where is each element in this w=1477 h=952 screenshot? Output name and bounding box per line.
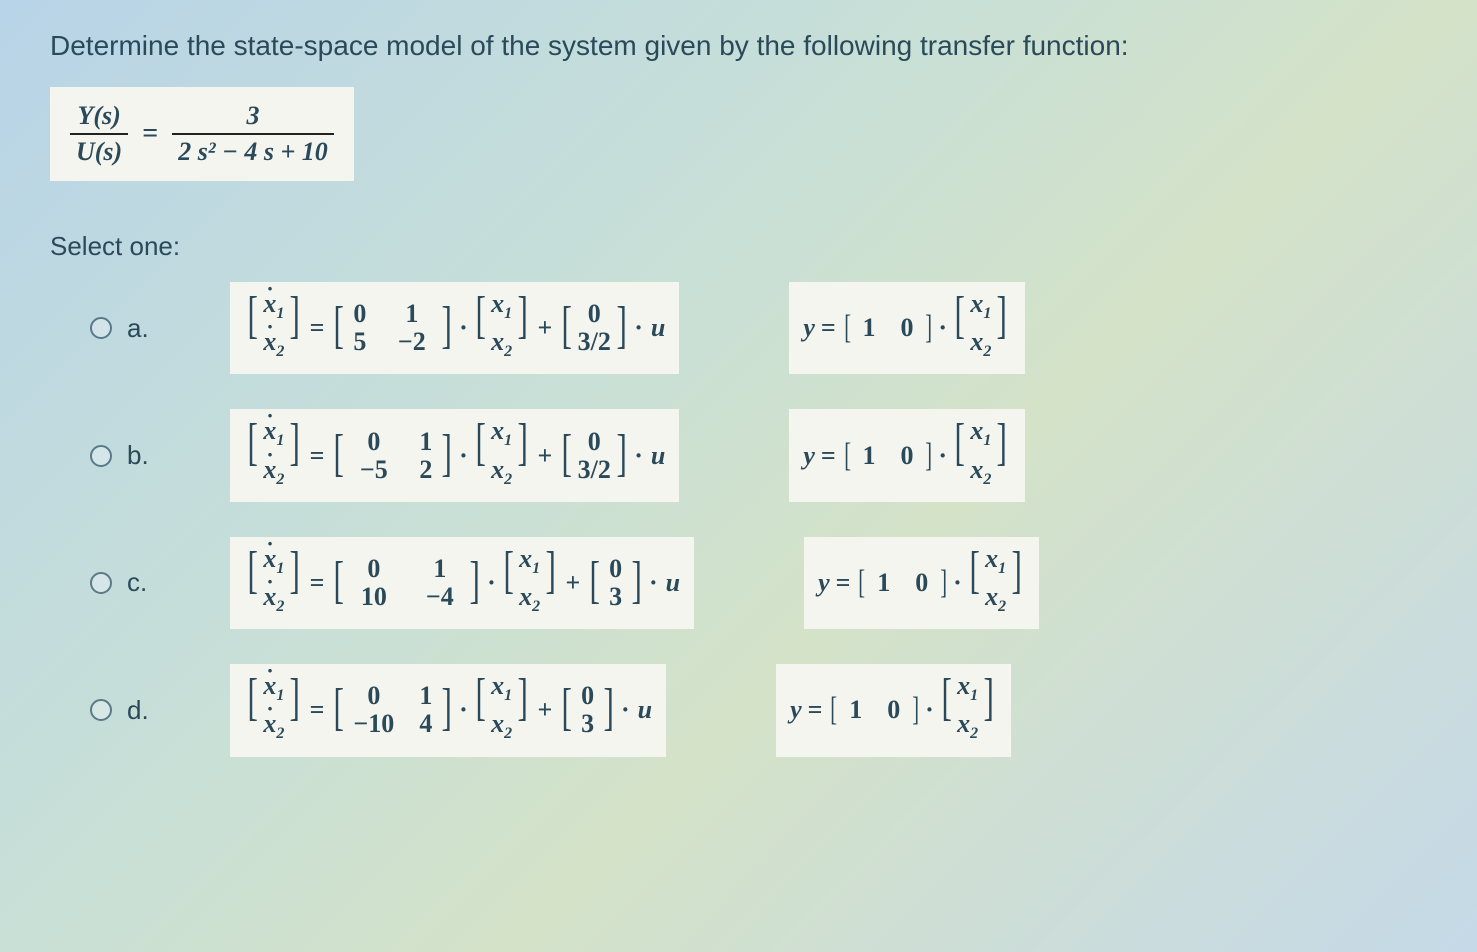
transfer-function-equation: Y(s) U(s) = 3 2 s² − 4 s + 10 xyxy=(50,87,354,181)
option-a-label: a. xyxy=(127,313,149,344)
options-container: a. [x1x2] = [015−2] · [x1x2] + [03/2] ·u… xyxy=(50,282,1427,757)
option-a-math: [x1x2] = [015−2] · [x1x2] + [03/2] ·u y=… xyxy=(230,282,1025,374)
radio-a-wrapper[interactable]: a. xyxy=(90,313,230,344)
option-b-math: [x1x2] = [01−52] · [x1x2] + [03/2] ·u y=… xyxy=(230,409,1025,501)
rhs-denominator: 2 s² − 4 s + 10 xyxy=(172,135,334,169)
option-c-label: c. xyxy=(127,567,147,598)
equals-sign: = xyxy=(142,118,158,149)
radio-d[interactable] xyxy=(90,699,112,721)
option-b-output-eq: y= [10] · [x1x2] xyxy=(789,409,1024,501)
option-d-row: d. [x1x2] = [01−104] · [x1x2] + [03] ·u … xyxy=(90,664,1427,756)
radio-c-wrapper[interactable]: c. xyxy=(90,567,230,598)
option-c-row: c. [x1x2] = [0110−4] · [x1x2] + [03] ·u … xyxy=(90,537,1427,629)
lhs-denominator: U(s) xyxy=(70,135,128,169)
option-b-label: b. xyxy=(127,440,149,471)
option-a-row: a. [x1x2] = [015−2] · [x1x2] + [03/2] ·u… xyxy=(90,282,1427,374)
option-a-output-eq: y= [10] · [x1x2] xyxy=(789,282,1024,374)
question-text: Determine the state-space model of the s… xyxy=(50,30,1427,62)
option-d-state-eq: [x1x2] = [01−104] · [x1x2] + [03] ·u xyxy=(230,664,666,756)
option-d-output-eq: y= [10] · [x1x2] xyxy=(776,664,1011,756)
option-d-label: d. xyxy=(127,695,149,726)
radio-d-wrapper[interactable]: d. xyxy=(90,695,230,726)
option-c-output-eq: y= [10] · [x1x2] xyxy=(804,537,1039,629)
rhs-numerator: 3 xyxy=(172,99,334,135)
radio-b-wrapper[interactable]: b. xyxy=(90,440,230,471)
radio-a[interactable] xyxy=(90,317,112,339)
option-d-math: [x1x2] = [01−104] · [x1x2] + [03] ·u y= … xyxy=(230,664,1011,756)
radio-b[interactable] xyxy=(90,445,112,467)
radio-c[interactable] xyxy=(90,572,112,594)
option-a-state-eq: [x1x2] = [015−2] · [x1x2] + [03/2] ·u xyxy=(230,282,679,374)
select-one-text: Select one: xyxy=(50,231,1427,262)
lhs-numerator: Y(s) xyxy=(70,99,128,135)
option-c-state-eq: [x1x2] = [0110−4] · [x1x2] + [03] ·u xyxy=(230,537,694,629)
option-c-math: [x1x2] = [0110−4] · [x1x2] + [03] ·u y= … xyxy=(230,537,1039,629)
option-b-state-eq: [x1x2] = [01−52] · [x1x2] + [03/2] ·u xyxy=(230,409,679,501)
option-b-row: b. [x1x2] = [01−52] · [x1x2] + [03/2] ·u… xyxy=(90,409,1427,501)
